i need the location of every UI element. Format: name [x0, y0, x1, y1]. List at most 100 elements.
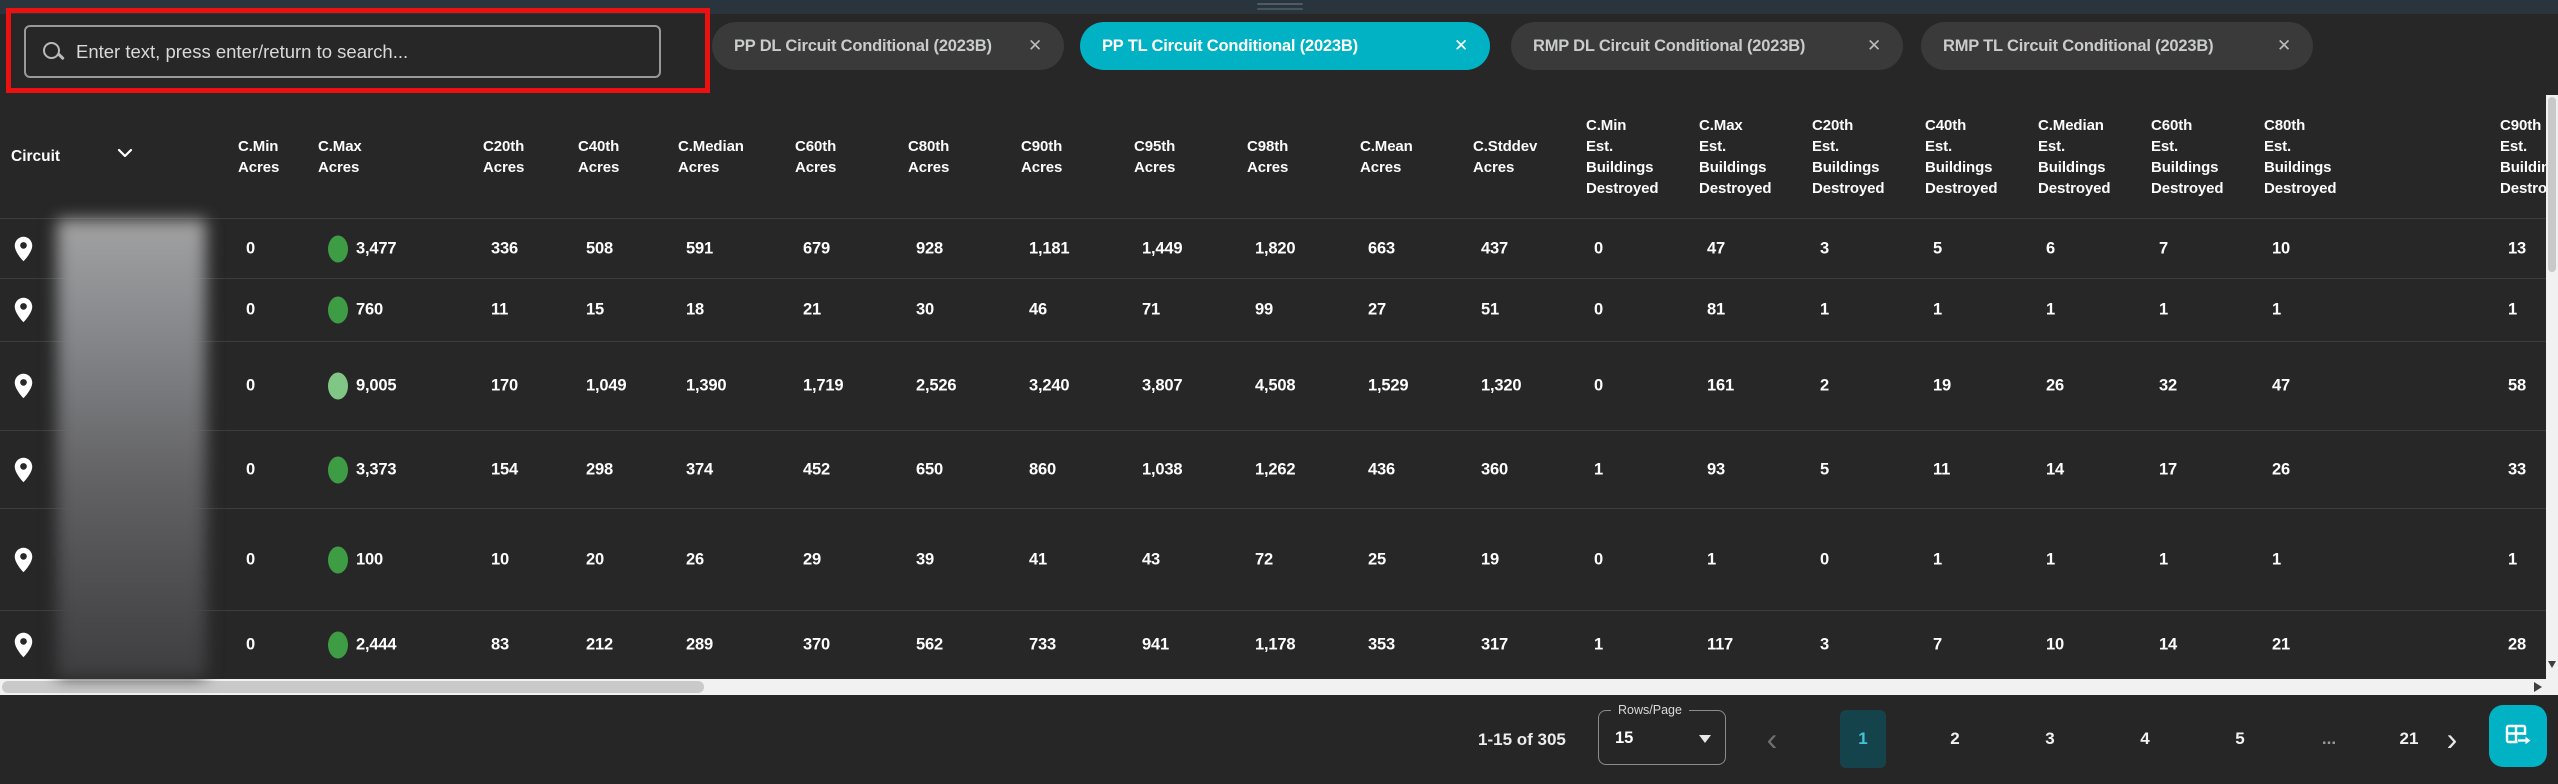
rows-per-page-select[interactable]: Rows/Page 15 [1598, 703, 1726, 765]
filter-chip-rmp-tl[interactable]: RMP TL Circuit Conditional (2023B) ✕ [1921, 22, 2313, 70]
vertical-scrollbar-thumb[interactable] [2548, 97, 2556, 272]
table-cell: 663 [1368, 239, 1395, 258]
column-header[interactable]: C40th Est. Buildings Destroyed [1925, 95, 1997, 218]
chip-label: RMP TL Circuit Conditional (2023B) [1943, 37, 2213, 56]
column-header[interactable]: C60th Est. Buildings Destroyed [2151, 95, 2223, 218]
pagination-bar: 1-15 of 305 Rows/Page 15 ‹ 1 2 3 4 5 ...… [0, 695, 2558, 784]
column-header[interactable]: C20th Acres [483, 95, 524, 218]
table-cell: 2,444 [356, 636, 396, 655]
column-header[interactable]: C.Max Acres [318, 95, 362, 218]
column-header[interactable]: C98th Acres [1247, 95, 1288, 218]
page-button-21[interactable]: 21 [2386, 710, 2432, 768]
page-button-3[interactable]: 3 [2027, 710, 2073, 768]
page-button-2[interactable]: 2 [1932, 710, 1978, 768]
table-cell: 289 [686, 636, 713, 655]
vertical-scrollbar[interactable] [2546, 95, 2558, 679]
table-cell: 7 [1933, 636, 1942, 655]
acres-status-dot [328, 632, 348, 659]
column-header[interactable]: C80th Est. Buildings Destroyed [2264, 95, 2336, 218]
next-page-button[interactable]: › [2432, 695, 2472, 784]
column-header[interactable]: C95th Acres [1134, 95, 1175, 218]
table-cell: 5 [1820, 460, 1829, 479]
column-header-label: C80th Acres [908, 136, 949, 178]
table-cell: 17 [2159, 460, 2177, 479]
location-pin-icon[interactable] [13, 373, 34, 400]
table-cell: 27 [1368, 301, 1386, 320]
page-button-1[interactable]: 1 [1840, 710, 1886, 768]
chip-remove-icon[interactable]: ✕ [1454, 36, 1468, 56]
column-header[interactable]: C.Max Est. Buildings Destroyed [1699, 95, 1771, 218]
column-header-circuit[interactable]: Circuit [11, 95, 60, 218]
table-cell: 1,181 [1029, 239, 1069, 258]
column-header[interactable]: C.Mean Acres [1360, 95, 1413, 218]
column-header[interactable]: C90th Acres [1021, 95, 1062, 218]
table-cell: 26 [2046, 377, 2064, 396]
table-cell: 72 [1255, 550, 1273, 569]
chip-remove-icon[interactable]: ✕ [2277, 36, 2291, 56]
table-cell: 28 [2508, 636, 2526, 655]
column-header[interactable]: C.Stddev Acres [1473, 95, 1537, 218]
column-header-label: C95th Acres [1134, 136, 1175, 178]
column-header[interactable]: C.Median Acres [678, 95, 744, 218]
table-cell: 99 [1255, 301, 1273, 320]
table-cell: 20 [586, 550, 604, 569]
column-header-label: C60th Est. Buildings Destroyed [2151, 115, 2223, 199]
table-cell: 1 [2159, 301, 2168, 320]
column-header[interactable]: C.Min Acres [238, 95, 279, 218]
table-cell: 3,240 [1029, 377, 1069, 396]
column-header[interactable]: C40th Acres [578, 95, 619, 218]
column-header[interactable]: C80th Acres [908, 95, 949, 218]
page-button-4[interactable]: 4 [2122, 710, 2168, 768]
location-pin-icon[interactable] [13, 546, 34, 573]
filter-chip-rmp-dl[interactable]: RMP DL Circuit Conditional (2023B) ✕ [1511, 22, 1903, 70]
horizontal-scrollbar-thumb[interactable] [2, 681, 704, 693]
location-pin-icon[interactable] [13, 235, 34, 262]
table-row[interactable]: 01001020262939414372251901011111 [0, 508, 2558, 610]
scroll-down-arrow-icon[interactable] [2548, 661, 2556, 668]
table-cell: 0 [1594, 239, 1603, 258]
drag-handle[interactable] [1257, 3, 1303, 5]
table-cell: 0 [246, 377, 255, 396]
table-row[interactable]: 076011151821304671992751081111111 [0, 278, 2558, 341]
table-cell: 41 [1029, 550, 1047, 569]
table-cell: 26 [686, 550, 704, 569]
table-row[interactable]: 09,0051701,0491,3901,7192,5263,2403,8074… [0, 341, 2558, 430]
location-pin-icon[interactable] [13, 632, 34, 659]
table-row[interactable]: 03,4773365085916799281,1811,4491,8206634… [0, 218, 2558, 278]
horizontal-scrollbar[interactable] [0, 679, 2558, 695]
search-box[interactable] [24, 25, 661, 78]
table-cell: 3 [1820, 636, 1829, 655]
column-header[interactable]: C.Min Est. Buildings Destroyed [1586, 95, 1658, 218]
column-header[interactable]: C60th Acres [795, 95, 836, 218]
chip-remove-icon[interactable]: ✕ [1867, 36, 1881, 56]
column-header-label: C.Stddev Acres [1473, 136, 1537, 178]
search-input[interactable] [76, 41, 659, 63]
table-cell: 10 [491, 550, 509, 569]
table-row[interactable]: 02,444832122893705627339411,178353317111… [0, 610, 2558, 679]
page-button-5[interactable]: 5 [2217, 710, 2263, 768]
table-row[interactable]: 03,3731542983744526508601,0381,262436360… [0, 430, 2558, 508]
export-table-button[interactable] [2489, 705, 2547, 767]
table-cell: 0 [1820, 550, 1829, 569]
prev-page-button[interactable]: ‹ [1752, 695, 1792, 784]
chevron-down-icon[interactable] [117, 148, 133, 158]
table-cell: 679 [803, 239, 830, 258]
column-header[interactable]: C90th Est. Buildings Destroyed [2500, 95, 2546, 218]
filter-chip-pp-tl[interactable]: PP TL Circuit Conditional (2023B) ✕ [1080, 22, 1490, 70]
chip-label: PP DL Circuit Conditional (2023B) [734, 37, 992, 56]
scroll-right-arrow-icon[interactable] [2534, 682, 2542, 692]
location-pin-icon[interactable] [13, 297, 34, 324]
location-pin-icon[interactable] [13, 456, 34, 483]
chip-remove-icon[interactable]: ✕ [1028, 36, 1042, 56]
column-header[interactable]: C20th Est. Buildings Destroyed [1812, 95, 1884, 218]
filter-chip-pp-dl[interactable]: PP DL Circuit Conditional (2023B) ✕ [712, 22, 1064, 70]
table-cell: 1,178 [1255, 636, 1295, 655]
table-cell: 760 [356, 301, 383, 320]
table-cell: 928 [916, 239, 943, 258]
table-cell: 14 [2159, 636, 2177, 655]
table-cell: 650 [916, 460, 943, 479]
column-header-label: C20th Acres [483, 136, 524, 178]
column-header[interactable]: C.Median Est. Buildings Destroyed [2038, 95, 2110, 218]
acres-status-dot [328, 373, 348, 400]
table-cell: 3,373 [356, 460, 396, 479]
